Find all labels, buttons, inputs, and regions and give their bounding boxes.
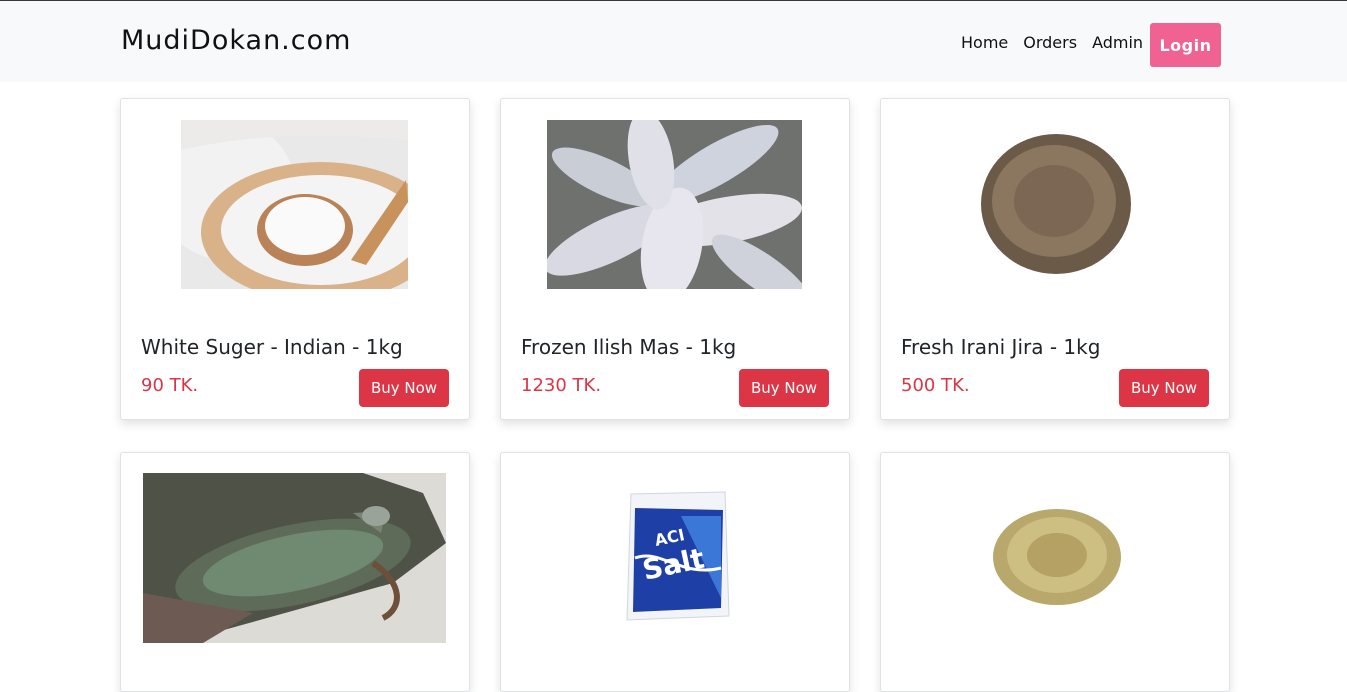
nav-links: Home Orders Admin (961, 33, 1158, 52)
product-card (120, 452, 470, 692)
buy-now-button[interactable]: Buy Now (739, 369, 829, 407)
navbar: MudiDokan.com Home Orders Admin Login (0, 1, 1347, 82)
aci-salt-image: ACI Salt (621, 488, 733, 628)
nav-admin-link[interactable]: Admin (1092, 33, 1143, 52)
rui-fish-image (143, 473, 446, 643)
product-card: Frozen Ilish Mas - 1kg 1230 TK. Buy Now (500, 98, 850, 420)
brand-logo[interactable]: MudiDokan.com (121, 25, 351, 56)
product-card: ACI Salt (500, 452, 850, 692)
product-card: White Suger - Indian - 1kg 90 TK. Buy No… (120, 98, 470, 420)
fennel-seed-image (991, 503, 1126, 608)
product-price: 90 TK. (141, 375, 199, 396)
product-title: Frozen Ilish Mas - 1kg (521, 335, 737, 359)
nav-home-link[interactable]: Home (961, 33, 1008, 52)
cumin-image (976, 131, 1136, 277)
nav-orders-link[interactable]: Orders (1023, 33, 1077, 52)
login-button[interactable]: Login (1150, 23, 1221, 67)
product-card: Fresh Irani Jira - 1kg 500 TK. Buy Now (880, 98, 1230, 420)
sugar-image (181, 120, 408, 289)
product-title: White Suger - Indian - 1kg (141, 335, 403, 359)
hilsa-fish-image (547, 120, 802, 289)
product-price: 500 TK. (901, 375, 970, 396)
product-card (880, 452, 1230, 692)
product-price: 1230 TK. (521, 375, 602, 396)
product-title: Fresh Irani Jira - 1kg (901, 335, 1101, 359)
buy-now-button[interactable]: Buy Now (359, 369, 449, 407)
buy-now-button[interactable]: Buy Now (1119, 369, 1209, 407)
